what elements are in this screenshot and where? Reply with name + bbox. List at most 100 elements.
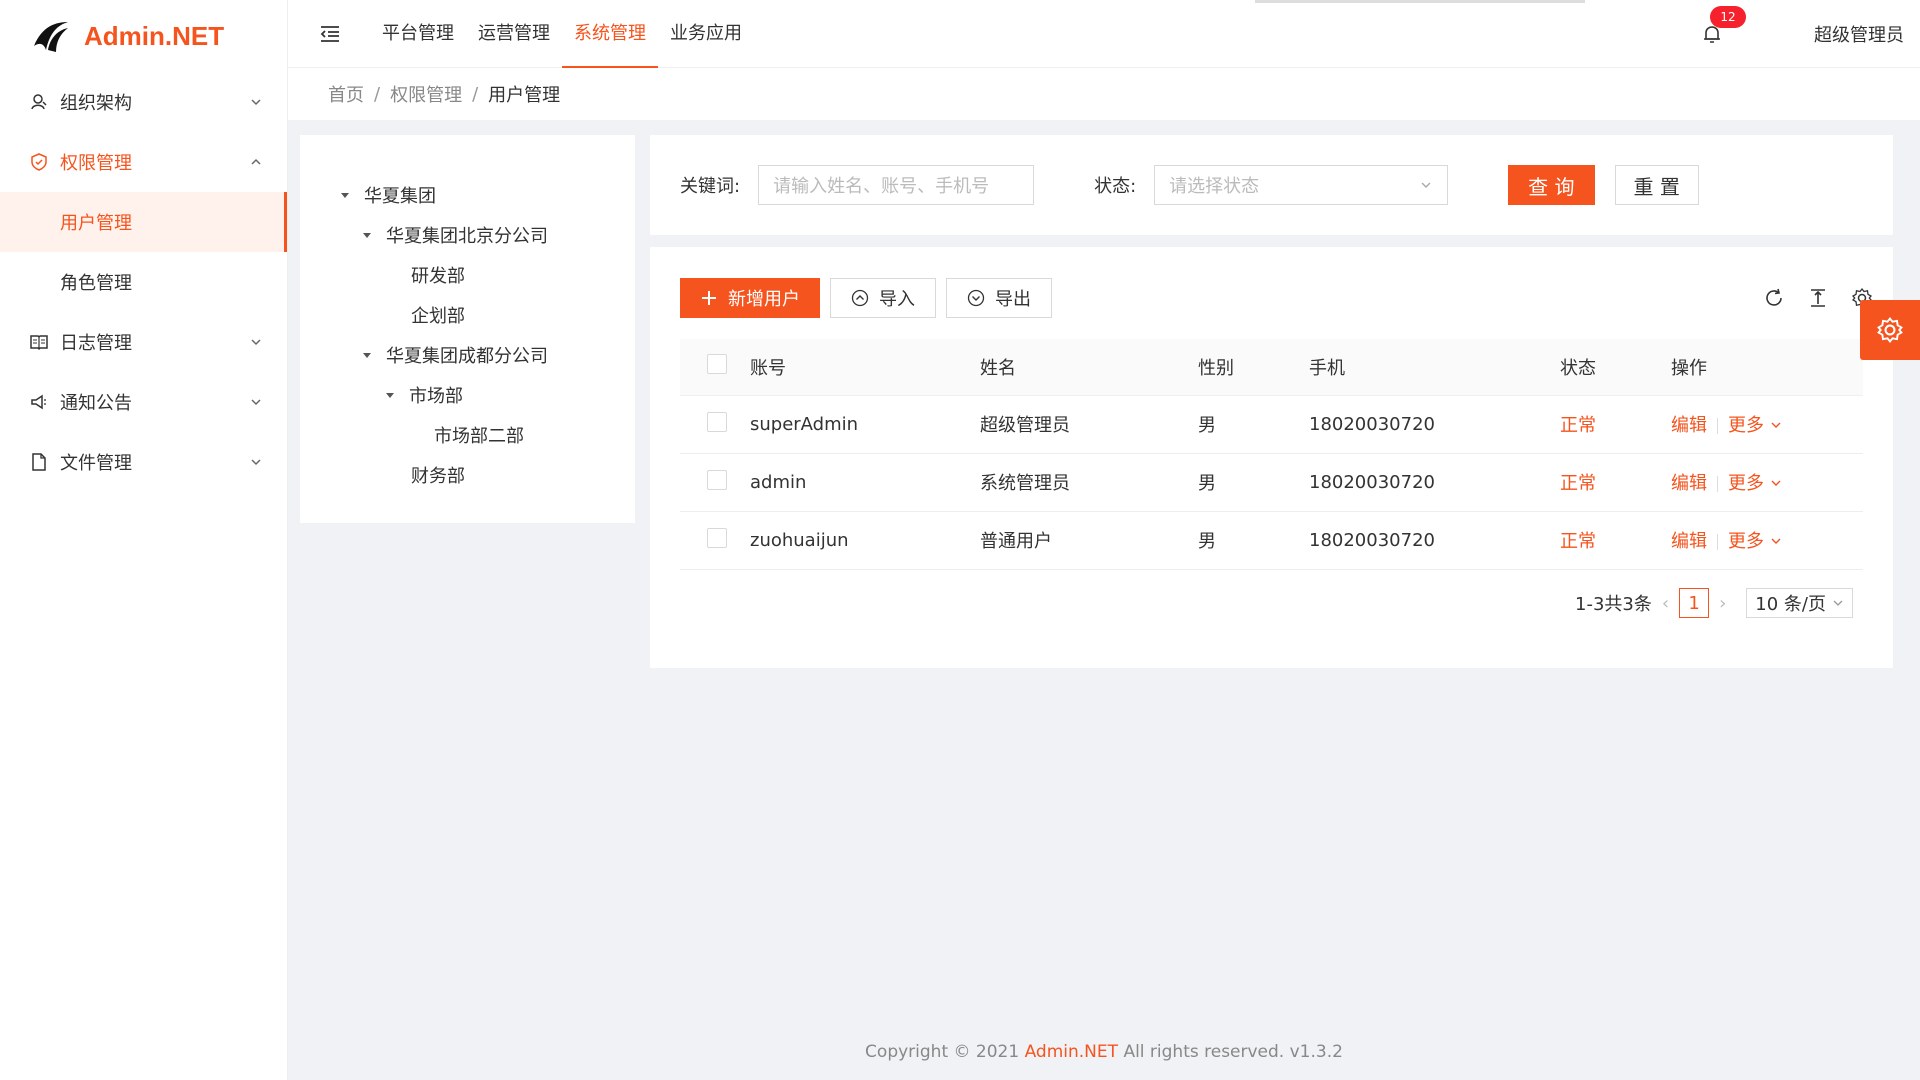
topnav-system[interactable]: 系统管理 [562,0,658,68]
tree-node-planning[interactable]: 企划部 [300,295,635,335]
sidebar-item-log[interactable]: 日志管理 [0,312,287,372]
column-height-icon[interactable] [1807,287,1829,309]
tree-node-label: 华夏集团成都分公司 [386,346,548,367]
page-size-label: 10 条/页 [1755,594,1826,615]
cell-gender: 男 [1198,395,1309,454]
caret-down-icon[interactable] [340,190,350,200]
caret-down-icon[interactable] [362,230,372,240]
sidebar-item-role-management[interactable]: 角色管理 [0,252,287,312]
topnav-business[interactable]: 业务应用 [658,0,754,68]
sidebar-item-label: 角色管理 [60,273,132,294]
export-button[interactable]: 导出 [946,278,1052,318]
breadcrumb-current: 用户管理 [488,85,561,106]
col-phone[interactable]: 手机 [1309,339,1560,396]
sidebar-item-label: 文件管理 [60,453,132,474]
cell-account: zuohuaijun [750,511,980,570]
table-row: superAdmin 超级管理员 男 18020030720 正常 编辑 更多 [680,395,1863,454]
col-name[interactable]: 姓名 [980,339,1198,396]
tree-node-beijing[interactable]: 华夏集团北京分公司 [300,215,635,255]
notification-button[interactable]: 12 [1700,6,1746,46]
tree-node-label: 市场部二部 [434,426,524,447]
download-circle-icon [967,289,985,307]
logo[interactable]: Admin.NET [0,0,287,72]
sidebar-item-org[interactable]: 组织架构 [0,72,287,132]
topnav-platform[interactable]: 平台管理 [370,0,466,68]
edit-link[interactable]: 编辑 [1671,415,1707,436]
pagination: 1-3共3条 ‹ 1 › 10 条/页 [1575,588,1853,618]
table-row: admin 系统管理员 男 18020030720 正常 编辑 更多 [680,453,1863,512]
chevron-down-icon [1771,538,1781,544]
row-checkbox[interactable] [707,527,727,548]
user-menu[interactable]: 超级管理员 [1814,21,1904,47]
tree-node-chengdu[interactable]: 华夏集团成都分公司 [300,335,635,375]
col-status[interactable]: 状态 [1560,339,1671,396]
sidebar: Admin.NET 组织架构 权限管理 用户管理 角色管理 日志管理 通知公告 [0,0,288,1080]
more-link[interactable]: 更多 [1728,531,1782,552]
sidebar-item-user-management[interactable]: 用户管理 [0,192,287,252]
tree-node-market[interactable]: 市场部 [300,375,635,415]
caret-down-icon[interactable] [362,350,372,360]
cell-status: 正常 [1560,395,1671,454]
logo-icon [34,22,68,52]
footer-brand-link[interactable]: Admin.NET [1025,1042,1118,1062]
more-link[interactable]: 更多 [1728,473,1782,494]
keyword-input[interactable]: 请输入姓名、账号、手机号 [758,165,1035,205]
import-label: 导入 [879,289,915,310]
tree-node-finance[interactable]: 财务部 [300,455,635,495]
tree-node-rnd[interactable]: 研发部 [300,255,635,295]
reset-button[interactable]: 重 置 [1614,165,1699,205]
row-checkbox[interactable] [707,469,727,490]
edit-link[interactable]: 编辑 [1671,531,1707,552]
import-button[interactable]: 导入 [830,278,936,318]
sidebar-item-label: 用户管理 [60,213,132,234]
sidebar-item-label: 权限管理 [60,153,132,174]
tree-node-market-2[interactable]: 市场部二部 [300,415,635,455]
breadcrumb: 首页 / 权限管理 / 用户管理 [288,68,1920,120]
gear-icon [1877,317,1903,343]
cell-account: admin [750,453,980,512]
search-panel: 关键词: 请输入姓名、账号、手机号 状态: 请选择状态 查 询 重 置 [650,135,1893,235]
sidebar-item-permission[interactable]: 权限管理 [0,132,287,192]
topnav-operation[interactable]: 运营管理 [466,0,562,68]
refresh-icon[interactable] [1763,287,1785,309]
chevron-down-icon [1771,422,1781,428]
org-icon [30,93,48,111]
tree-node-label: 财务部 [411,466,465,487]
theme-settings-button[interactable] [1860,300,1920,360]
tree-node-label: 市场部 [409,386,463,407]
cell-account: superAdmin [750,395,980,454]
col-account[interactable]: 账号 [750,339,980,396]
sidebar-item-label: 日志管理 [60,333,132,354]
next-page-icon[interactable]: › [1719,593,1726,614]
tree-node-label: 华夏集团 [364,186,436,207]
more-label: 更多 [1728,473,1764,494]
cell-phone: 18020030720 [1309,511,1560,570]
caret-down-icon[interactable] [385,390,395,400]
notification-badge: 12 [1710,6,1746,28]
menu-fold-icon[interactable] [318,22,342,46]
breadcrumb-home[interactable]: 首页 [328,81,364,107]
status-select[interactable]: 请选择状态 [1154,165,1449,205]
user-table-panel: 新增用户 导入 导出 账号 姓名 性别 手机 状态 操作 superAdmin … [650,247,1893,668]
sidebar-item-file[interactable]: 文件管理 [0,432,287,492]
select-all-checkbox[interactable] [707,354,727,375]
add-user-button[interactable]: 新增用户 [680,278,820,318]
breadcrumb-permission[interactable]: 权限管理 [390,81,462,107]
query-button[interactable]: 查 询 [1508,165,1595,205]
row-checkbox[interactable] [707,411,727,432]
page-number-current[interactable]: 1 [1679,588,1710,618]
chevron-down-icon [249,455,263,469]
tree-node-root[interactable]: 华夏集团 [300,175,635,215]
more-label: 更多 [1728,415,1764,436]
col-gender[interactable]: 性别 [1198,339,1309,396]
sidebar-item-label: 通知公告 [60,393,132,414]
page-size-select[interactable]: 10 条/页 [1746,588,1853,618]
edit-link[interactable]: 编辑 [1671,473,1707,494]
sidebar-item-notice[interactable]: 通知公告 [0,372,287,432]
cell-status: 正常 [1560,453,1671,512]
top-nav: 平台管理 运营管理 系统管理 业务应用 [370,0,754,68]
more-link[interactable]: 更多 [1728,415,1782,436]
table-header-row: 账号 姓名 性别 手机 状态 操作 [680,339,1863,396]
chevron-down-icon [249,95,263,109]
prev-page-icon[interactable]: ‹ [1662,593,1669,614]
